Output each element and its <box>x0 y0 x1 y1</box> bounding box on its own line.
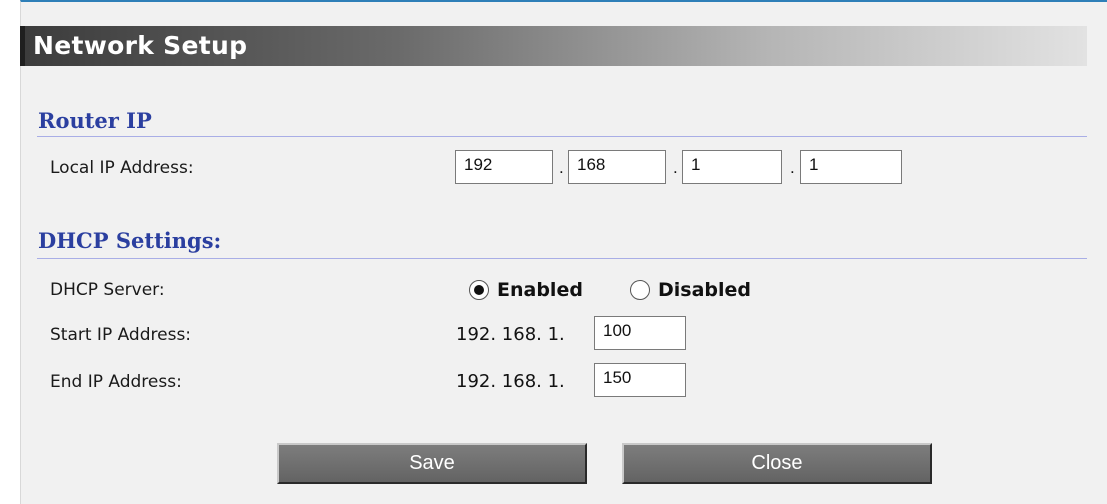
dhcp-server-label: DHCP Server: <box>50 280 165 300</box>
router-ip-heading: Router IP <box>38 108 152 133</box>
dhcp-disabled-radio[interactable] <box>630 280 650 300</box>
ip-separator: . <box>673 158 678 177</box>
start-ip-input[interactable]: 100 <box>594 316 686 350</box>
save-button[interactable]: Save <box>277 443 587 484</box>
dhcp-settings-heading: DHCP Settings: <box>38 228 222 253</box>
end-ip-label: End IP Address: <box>50 372 182 392</box>
page-title: Network Setup <box>33 31 248 60</box>
end-ip-input[interactable]: 150 <box>594 363 686 397</box>
dhcp-enabled-radio[interactable] <box>469 280 489 300</box>
local-ip-octet-3[interactable]: 1 <box>682 150 782 184</box>
dhcp-enabled-label[interactable]: Enabled <box>497 279 583 301</box>
start-ip-label: Start IP Address: <box>50 325 192 345</box>
ip-separator: . <box>790 158 795 177</box>
section-divider <box>37 136 1087 137</box>
local-ip-octet-1[interactable]: 192 <box>455 150 553 184</box>
local-ip-octet-2[interactable]: 168 <box>568 150 666 184</box>
local-ip-octet-4[interactable]: 1 <box>800 150 902 184</box>
ip-separator: . <box>559 158 564 177</box>
close-button[interactable]: Close <box>622 443 932 484</box>
end-ip-prefix: 192. 168. 1. <box>456 371 565 392</box>
dhcp-disabled-label[interactable]: Disabled <box>658 279 751 301</box>
title-bar: Network Setup <box>20 26 1087 66</box>
section-divider <box>37 258 1087 259</box>
local-ip-label: Local IP Address: <box>50 158 194 178</box>
start-ip-prefix: 192. 168. 1. <box>456 324 565 345</box>
